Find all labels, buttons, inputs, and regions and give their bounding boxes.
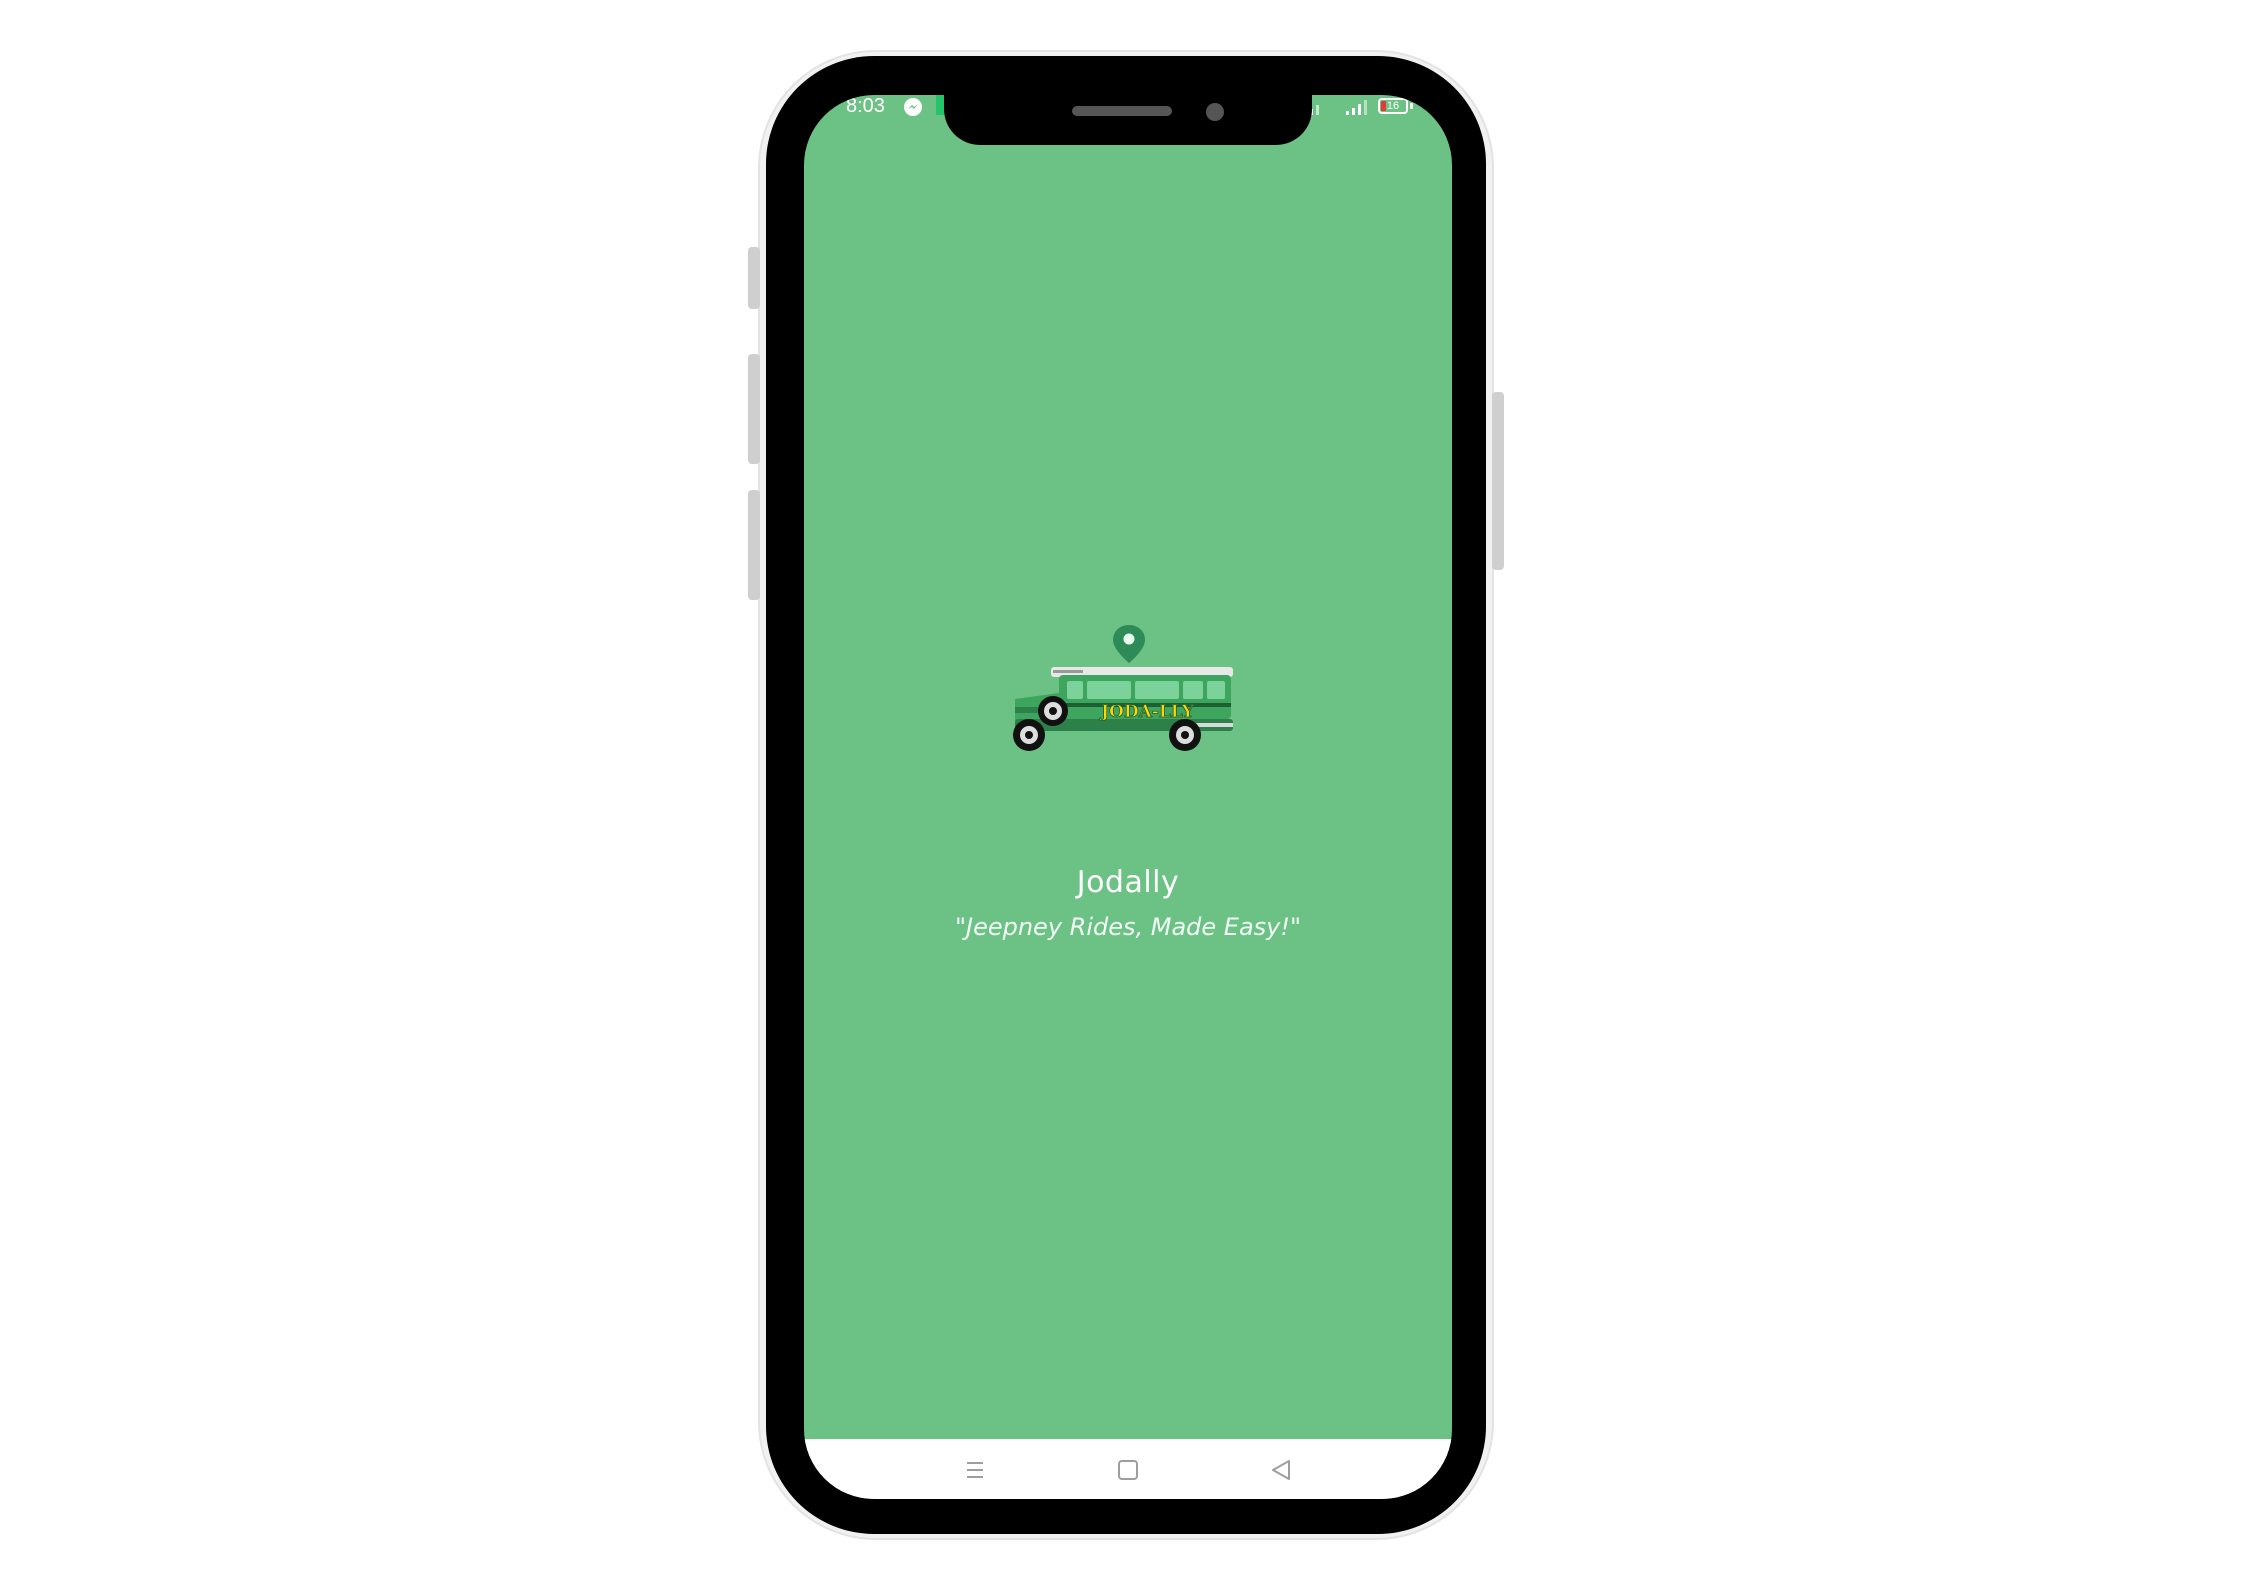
camera-notch — [944, 95, 1312, 145]
battery-tip — [1410, 103, 1413, 109]
status-time: 8:03 — [846, 95, 885, 117]
mute-switch — [748, 247, 760, 309]
signal-icon — [1346, 100, 1367, 115]
jeepney-logo: JODA-LLY — [1013, 625, 1233, 751]
logo-text: JODA-LLY — [1099, 702, 1195, 722]
home-icon[interactable] — [1113, 1455, 1143, 1485]
power-button — [1492, 392, 1504, 570]
back-icon[interactable] — [1266, 1455, 1296, 1485]
volume-up-button — [748, 354, 760, 464]
phone-screen: 8:03 16 JODA-LLY Jodally "Jeepney Rides,… — [804, 95, 1452, 1499]
status-indicator — [936, 95, 944, 115]
messenger-icon — [904, 98, 922, 116]
battery-level: 16 — [1386, 100, 1400, 112]
location-pin-icon — [1113, 625, 1145, 663]
front-camera — [1206, 103, 1224, 121]
volume-down-button — [748, 490, 760, 600]
android-nav-bar — [804, 1439, 1452, 1499]
app-name: Jodally — [1076, 865, 1180, 900]
battery-icon: 16 — [1378, 98, 1408, 114]
menu-icon[interactable] — [960, 1455, 990, 1485]
earpiece-speaker — [1072, 106, 1172, 116]
app-tagline: "Jeepney Rides, Made Easy!" — [954, 913, 1302, 941]
